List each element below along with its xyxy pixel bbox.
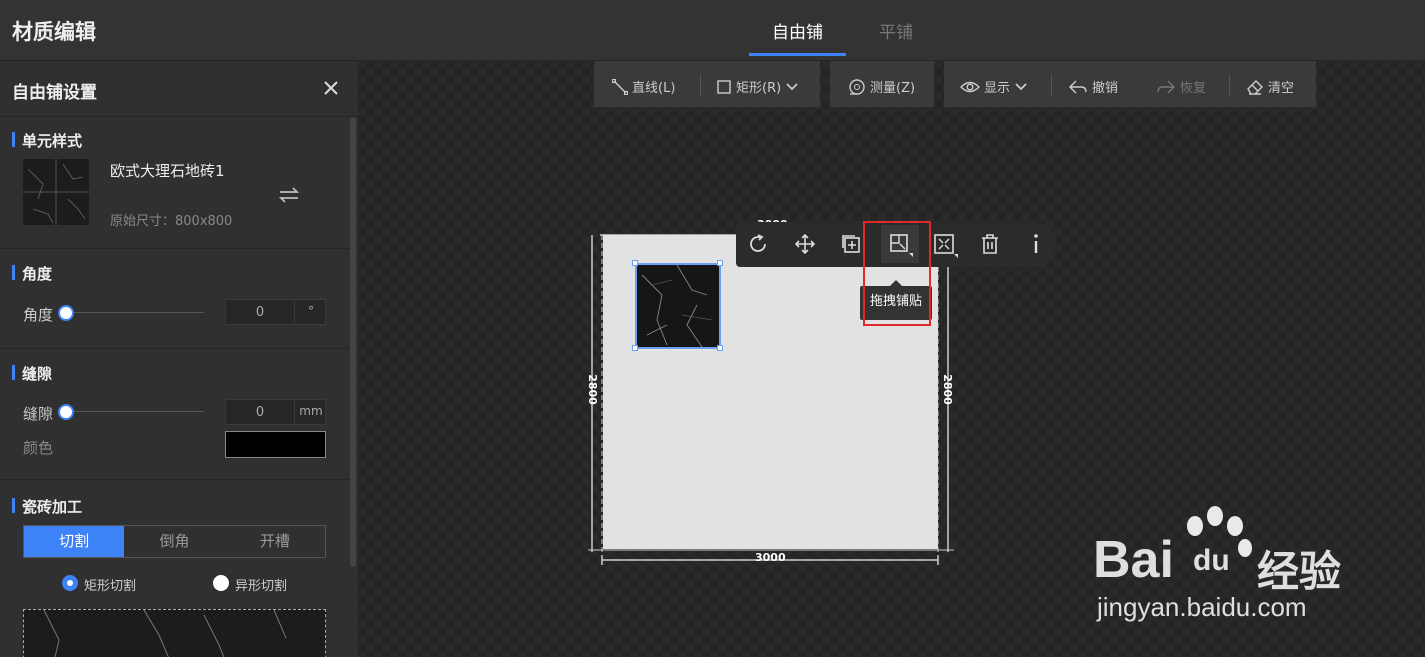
segment-chamfer[interactable]: 倒角 [124,526,224,557]
right-dimension: 2800 [940,374,954,405]
rect-tool-button[interactable]: 矩形(R) [716,77,799,96]
gap-slider[interactable] [58,404,204,420]
display-label: 显示 [984,81,1011,96]
redo-icon [1157,80,1175,93]
tab-free-tiling[interactable]: 自由铺 [772,18,823,43]
chevron-down-icon [1015,82,1027,90]
separator [1051,74,1052,96]
panel-scrollbar[interactable] [350,117,356,567]
gap-unit: mm [294,400,327,424]
section-angle: 角度 [12,263,52,284]
angle-value: 0 [255,305,265,320]
line-tool-label: 直线(L) [632,81,676,96]
active-tab-indicator [749,53,846,56]
gap-color-swatch[interactable] [225,431,326,458]
rotate-icon[interactable] [746,232,770,256]
chevron-down-icon [786,82,798,90]
view-toolbar: 显示 撤销 恢复 清空 [944,61,1316,107]
redo-label: 恢复 [1180,81,1207,96]
gap-input[interactable]: 0 mm [225,399,326,425]
angle-label: 角度 [23,306,54,324]
measure-icon [849,78,865,95]
top-bar: 材质编辑 自由铺 平铺 [0,0,1425,61]
resize-handle[interactable] [717,260,723,266]
copy-add-icon[interactable] [839,232,863,256]
swap-material-icon[interactable] [278,186,300,204]
measure-tool-label: 测量(Z) [870,81,916,96]
divider [0,479,350,480]
radio-rect-cut[interactable]: 矩形切割 [62,575,136,594]
bottom-dimension: 3000 [755,551,786,564]
cut-preview[interactable] [23,609,326,657]
delete-icon[interactable] [978,232,1002,256]
slider-track [66,312,204,313]
gap-color-label: 颜色 [23,439,54,457]
watermark-url: jingyan.baidu.com [1097,592,1307,622]
watermark-brand: Bai [1093,531,1174,589]
display-button[interactable]: 显示 [960,77,1028,96]
watermark-product: 经验 [1257,548,1342,595]
clear-label: 清空 [1268,81,1295,96]
slider-track [66,411,204,412]
measure-toolbar: 测量(Z) [830,61,934,107]
divider [0,348,350,349]
material-name: 欧式大理石地砖1 [110,162,225,180]
gap-value: 0 [255,405,265,420]
eye-icon [960,81,980,92]
app-title: 材质编辑 [12,20,96,44]
angle-slider[interactable] [58,305,204,321]
panel-header: 自由铺设置 [0,61,358,117]
fit-icon[interactable] [932,232,958,258]
line-tool-button[interactable]: 直线(L) [612,77,675,96]
eraser-icon [1247,79,1263,95]
undo-label: 撤销 [1092,81,1119,96]
line-icon [612,78,628,95]
resize-handle[interactable] [632,345,638,351]
material-thumbnail[interactable] [23,159,89,225]
highlight-annotation [863,221,931,326]
section-unit-style: 单元样式 [12,130,82,151]
baidu-watermark: Bai du 经验 jingyan.baidu.com [1093,500,1393,630]
close-icon[interactable] [320,77,342,99]
watermark-brand-du: du [1193,544,1230,577]
placed-tile[interactable] [635,263,721,349]
tab-flat-tiling[interactable]: 平铺 [879,18,913,43]
undo-icon [1069,80,1087,93]
slider-knob[interactable] [58,404,74,420]
gap-label: 缝隙 [23,405,54,423]
segment-cut[interactable]: 切割 [24,526,125,557]
divider [0,248,350,249]
panel-title: 自由铺设置 [12,83,97,103]
processing-segmented-control: 切割 倒角 开槽 [23,525,326,558]
angle-input[interactable]: 0 ° [225,299,326,325]
separator [1229,74,1230,96]
info-icon[interactable] [1024,232,1048,256]
move-icon[interactable] [793,232,817,256]
measure-tool-button[interactable]: 测量(Z) [848,77,915,96]
material-original-size: 原始尺寸：800x800 [110,214,233,229]
resize-handle[interactable] [632,260,638,266]
segment-groove[interactable]: 开槽 [225,526,325,557]
angle-unit: ° [294,300,327,324]
slider-knob[interactable] [58,305,74,321]
draw-toolbar: 直线(L) 矩形(R) [594,61,820,107]
redo-button[interactable]: 恢复 [1156,77,1206,96]
undo-button[interactable]: 撤销 [1068,77,1118,96]
section-gap: 缝隙 [12,363,52,384]
left-dimension: 2800 [585,374,599,405]
rect-icon [717,79,731,94]
section-tile-processing: 瓷砖加工 [12,496,82,517]
resize-handle[interactable] [717,345,723,351]
radio-shape-cut[interactable]: 异形切割 [213,575,287,594]
settings-panel: 自由铺设置 单元样式 欧式大理石地砖1 原始尺寸：800x800 角度 角度 0… [0,61,358,657]
clear-button[interactable]: 清空 [1246,77,1294,96]
separator [700,74,701,96]
rect-tool-label: 矩形(R) [736,81,782,96]
